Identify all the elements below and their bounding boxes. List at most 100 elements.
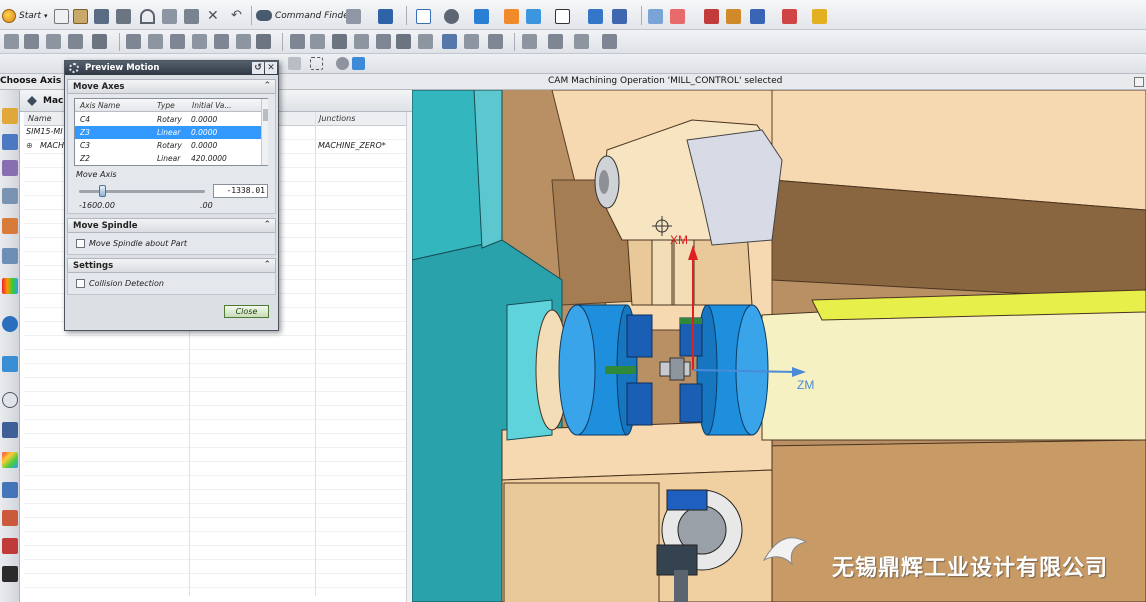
- select-mode-icon[interactable]: [288, 57, 301, 70]
- axis-row[interactable]: C4 Rotary 0.0000: [75, 113, 261, 126]
- team-tab-icon[interactable]: [2, 510, 18, 526]
- tree-node-machine[interactable]: MACH: [40, 141, 64, 150]
- history-tab-icon[interactable]: [2, 356, 18, 372]
- copy-icon[interactable]: [162, 9, 177, 24]
- settings-group-header[interactable]: Settings ⌃: [67, 258, 276, 273]
- cube-icon[interactable]: [352, 57, 365, 70]
- scrollbar-thumb[interactable]: [263, 109, 268, 121]
- process-studio-tab-icon[interactable]: [2, 452, 18, 468]
- print-icon[interactable]: [116, 9, 131, 24]
- list-toolpath-icon[interactable]: [170, 34, 185, 49]
- cut-icon[interactable]: [140, 9, 155, 24]
- navigator-pin-icon[interactable]: [27, 96, 37, 106]
- edit-object-icon[interactable]: [290, 34, 305, 49]
- tree-node-root[interactable]: SIM15-MI: [26, 127, 63, 136]
- copy-object-icon[interactable]: [332, 34, 347, 49]
- system-materials-tab-icon[interactable]: [2, 422, 18, 438]
- tool-path-display-icon[interactable]: [574, 34, 589, 49]
- feeds-speeds-icon[interactable]: [488, 34, 503, 49]
- graphics-window[interactable]: XM ZM 无锡鼎辉工业设计有限公司: [412, 90, 1146, 602]
- machine-tool-navigator-tab-icon[interactable]: [2, 134, 18, 150]
- verify-icon[interactable]: [782, 9, 797, 24]
- axis-value-input[interactable]: -1338.01: [213, 184, 268, 198]
- analysis-icon[interactable]: [704, 9, 719, 24]
- close-button[interactable]: Close: [224, 305, 269, 318]
- orient-view-icon[interactable]: [526, 9, 541, 24]
- move-axis-slider-track[interactable]: [79, 190, 205, 193]
- snap-icon[interactable]: [378, 9, 393, 24]
- column-header-axis-name[interactable]: Axis Name: [80, 101, 120, 110]
- reuse-library-tab-icon[interactable]: [2, 218, 18, 234]
- checkbox-icon[interactable]: [76, 279, 85, 288]
- move-axes-group-header[interactable]: Move Axes ⌃: [67, 79, 276, 94]
- selection-filter-icon[interactable]: [346, 9, 361, 24]
- layer-settings-icon[interactable]: [588, 9, 603, 24]
- part-navigator-tab-icon[interactable]: [2, 160, 18, 176]
- display-object-icon[interactable]: [396, 34, 411, 49]
- operation-navigator-tab-icon[interactable]: [2, 108, 18, 124]
- properties-icon[interactable]: [464, 34, 479, 49]
- open-folder-icon[interactable]: [73, 9, 88, 24]
- create-method-icon[interactable]: [68, 34, 83, 49]
- new-file-icon[interactable]: [54, 9, 69, 24]
- collision-detection-checkbox[interactable]: Collision Detection: [76, 277, 164, 290]
- create-operation-icon[interactable]: [92, 34, 107, 49]
- background-icon[interactable]: [555, 9, 570, 24]
- surface-analysis-icon[interactable]: [726, 9, 741, 24]
- rotate-view-icon[interactable]: [444, 9, 459, 24]
- palette-tab-icon[interactable]: [2, 278, 18, 294]
- generate-toolpath-icon[interactable]: [126, 34, 141, 49]
- wcs-icon[interactable]: [648, 9, 663, 24]
- gear-icon[interactable]: [69, 63, 79, 73]
- info-icon[interactable]: [442, 34, 457, 49]
- render-style-icon[interactable]: [474, 9, 489, 24]
- reset-icon[interactable]: ↺: [252, 62, 264, 74]
- create-geometry-icon[interactable]: [46, 34, 61, 49]
- roles-tab-icon[interactable]: [2, 482, 18, 498]
- sphere-icon[interactable]: [336, 57, 349, 70]
- column-header-junctions[interactable]: Junctions: [319, 114, 355, 123]
- paste-icon[interactable]: [184, 9, 199, 24]
- tree-expand-icon[interactable]: ⊕: [26, 141, 33, 150]
- collapse-icon[interactable]: ⌃: [263, 81, 271, 91]
- show-hide-icon[interactable]: [612, 9, 627, 24]
- machine-tool-icon[interactable]: [522, 34, 537, 49]
- move-axis-slider-thumb[interactable]: [99, 185, 106, 197]
- delete-object-icon[interactable]: [376, 34, 391, 49]
- axis-table-scrollbar[interactable]: [261, 99, 268, 165]
- simulate-machine-icon[interactable]: [214, 34, 229, 49]
- axis-row[interactable]: C3 Rotary 0.0000: [75, 139, 261, 152]
- column-header-initial-value[interactable]: Initial Va...: [192, 101, 232, 110]
- axis-row[interactable]: Z2 Linear 420.0000: [75, 152, 261, 165]
- clock-icon[interactable]: [2, 392, 18, 408]
- cam-express-tab-icon[interactable]: [2, 566, 18, 582]
- play-icon[interactable]: [602, 34, 617, 49]
- move-spindle-group-header[interactable]: Move Spindle ⌃: [67, 218, 276, 233]
- shop-docs-icon[interactable]: [256, 34, 271, 49]
- cut-object-icon[interactable]: [310, 34, 325, 49]
- checkbox-icon[interactable]: [76, 239, 85, 248]
- web-browser-tab-icon[interactable]: [2, 316, 18, 332]
- kinematics-icon[interactable]: [548, 34, 563, 49]
- create-program-icon[interactable]: [4, 34, 19, 49]
- delete-icon[interactable]: ✕: [207, 9, 219, 23]
- simulate-icon[interactable]: [750, 9, 765, 24]
- dialog-titlebar[interactable]: Preview Motion ↺ ✕: [65, 61, 278, 75]
- undo-icon[interactable]: ↶: [231, 9, 246, 24]
- create-tool-icon[interactable]: [24, 34, 39, 49]
- command-finder-button[interactable]: Command Finder: [256, 7, 352, 24]
- post-process-icon[interactable]: [236, 34, 251, 49]
- column-header-type[interactable]: Type: [157, 101, 175, 110]
- verify-toolpath-icon[interactable]: [192, 34, 207, 49]
- column-header-name[interactable]: Name: [28, 114, 52, 123]
- maximize-icon[interactable]: [1134, 77, 1144, 87]
- move-spindle-checkbox[interactable]: Move Spindle about Part: [76, 237, 187, 250]
- save-icon[interactable]: [94, 9, 109, 24]
- manufacturing-wizards-tab-icon[interactable]: [2, 538, 18, 554]
- collapse-icon[interactable]: ⌃: [263, 260, 271, 270]
- rectangle-select-icon[interactable]: [310, 57, 323, 70]
- transform-icon[interactable]: [418, 34, 433, 49]
- axis-row-selected[interactable]: Z3 Linear 0.0000: [75, 126, 261, 139]
- assembly-navigator-tab-icon[interactable]: [2, 188, 18, 204]
- fit-view-icon[interactable]: [416, 9, 431, 24]
